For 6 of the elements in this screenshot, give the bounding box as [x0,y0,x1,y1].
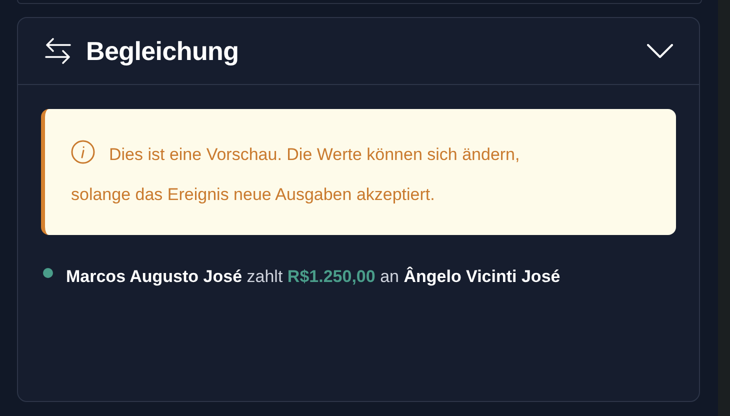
info-icon [71,140,95,164]
section-title: Begleichung [86,36,240,66]
swap-arrows-icon [44,37,72,65]
settlement-text: Marcos Augusto José zahlt R$1.250,00 an Ângelo Vicinti José [66,266,562,288]
notice-text: Dies ist eine Vorschau. Die Werte können sich ändern, solange das Ereignis neue Ausgaben akzeptiert. [71,135,571,215]
chevron-down-icon[interactable] [647,44,673,58]
